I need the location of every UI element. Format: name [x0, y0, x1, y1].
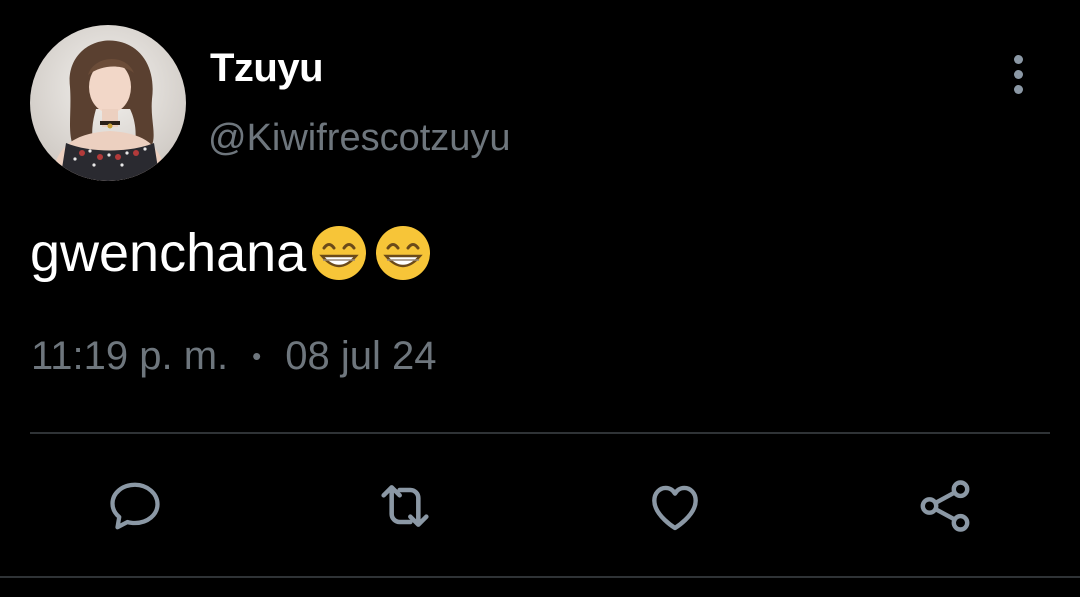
- share-button[interactable]: [913, 474, 977, 538]
- avatar-image: [30, 25, 186, 181]
- tweet-text: gwenchana: [30, 222, 432, 284]
- reply-button[interactable]: [103, 474, 167, 538]
- grinning-face-with-smiling-eyes-icon: [310, 224, 368, 282]
- share-icon: [920, 480, 970, 532]
- like-icon: [652, 485, 698, 531]
- divider: [0, 576, 1080, 578]
- retweet-icon: [381, 485, 429, 527]
- more-dot-icon: [1013, 69, 1023, 79]
- reply-icon: [110, 482, 160, 530]
- display-name[interactable]: Tzuyu: [210, 46, 324, 91]
- tweet-timestamp: 11:19 p. m. • 08 jul 24: [31, 334, 437, 379]
- meta-separator: •: [252, 341, 262, 371]
- emoji-group: [310, 224, 432, 282]
- tweet-text-content: gwenchana: [30, 223, 307, 283]
- retweet-button[interactable]: [373, 474, 437, 538]
- user-handle[interactable]: @Kiwifrescotzuyu: [208, 117, 511, 160]
- tweet-time: 11:19 p. m.: [31, 334, 229, 378]
- divider: [30, 432, 1050, 434]
- like-button[interactable]: [643, 474, 707, 538]
- more-dot-icon: [1013, 54, 1023, 64]
- tweet-detail: Tzuyu @Kiwifrescotzuyu gwenchana 11:19 p…: [0, 0, 1080, 597]
- avatar[interactable]: [30, 25, 186, 181]
- tweet-date: 08 jul 24: [285, 334, 437, 378]
- more-dot-icon: [1013, 84, 1023, 94]
- grinning-face-with-smiling-eyes-icon: [374, 224, 432, 282]
- more-options-button[interactable]: [996, 52, 1040, 96]
